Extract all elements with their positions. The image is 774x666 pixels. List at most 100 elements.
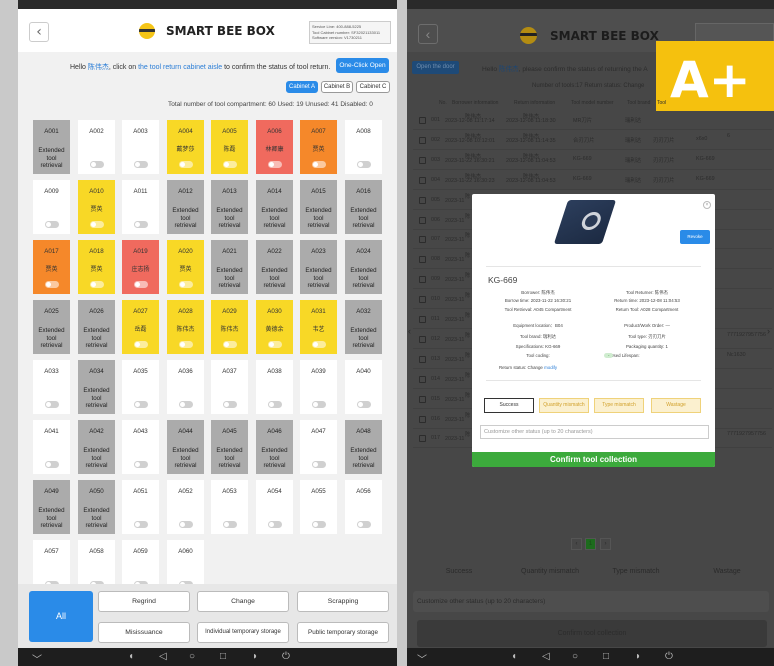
compartment-cell[interactable]: A002 <box>78 120 115 174</box>
compartment-cell[interactable]: A011 <box>122 180 159 234</box>
compartment-toggle[interactable] <box>134 341 148 348</box>
compartment-toggle[interactable] <box>223 401 237 408</box>
table-row[interactable]: 003 陈伟杰 2023-11-22 16:30:21 陈伟杰 2023-12-08 1… <box>413 151 772 170</box>
compartment-toggle[interactable] <box>45 281 59 288</box>
row-checkbox[interactable] <box>419 375 426 383</box>
filter-misissuance-button[interactable]: Misissuance <box>98 622 190 643</box>
status-type-mismatch[interactable]: Type mismatch <box>597 562 675 582</box>
compartment-toggle[interactable] <box>179 401 193 408</box>
nav-collapse-icon[interactable]: ﹀ <box>32 651 42 666</box>
compartment-cell[interactable]: A006 林卿康 <box>256 120 293 174</box>
compartment-cell[interactable]: A040 <box>345 360 382 414</box>
status-quantity-mismatch[interactable]: Quantity mismatch <box>505 562 595 582</box>
compartment-cell[interactable]: A021 Extended tool retrieval <box>211 240 248 294</box>
compartment-cell[interactable]: A008 <box>345 120 382 174</box>
compartment-cell[interactable]: A029 陈伟杰 <box>211 300 248 354</box>
compartment-cell[interactable]: A038 <box>256 360 293 414</box>
compartment-cell[interactable]: A003 <box>122 120 159 174</box>
filter-individual-storage-button[interactable]: Individual temporary storage <box>197 622 289 643</box>
back-button-dim[interactable]: ‹ <box>418 24 438 44</box>
row-checkbox[interactable] <box>419 256 426 264</box>
scroll-left-icon[interactable]: ‹ <box>408 326 411 336</box>
status-wastage[interactable]: Wastage <box>687 562 767 582</box>
status-success[interactable]: Success <box>415 562 503 582</box>
compartment-toggle[interactable] <box>268 341 282 348</box>
compartment-cell[interactable]: A052 <box>167 480 204 534</box>
compartment-cell[interactable]: A027 岳磊 <box>122 300 159 354</box>
prev-page-button[interactable]: ‹ <box>571 538 582 550</box>
compartment-cell[interactable]: A001 Extended tool retrieval <box>33 120 70 174</box>
compartment-cell[interactable]: A025 Extended tool retrieval <box>33 300 70 354</box>
compartment-toggle[interactable] <box>223 161 237 168</box>
compartment-toggle[interactable] <box>134 461 148 468</box>
row-checkbox[interactable] <box>419 395 426 403</box>
row-checkbox[interactable] <box>419 415 426 423</box>
compartment-toggle[interactable] <box>45 461 59 468</box>
compartment-toggle[interactable] <box>312 461 326 468</box>
compartment-toggle[interactable] <box>268 401 282 408</box>
compartment-cell[interactable]: A036 <box>167 360 204 414</box>
modal-status-type-mismatch[interactable]: Type mismatch <box>594 398 644 413</box>
tab-cabinet-b[interactable]: Cabinet B <box>321 81 353 93</box>
compartment-cell[interactable]: A037 <box>211 360 248 414</box>
compartment-cell[interactable]: A047 <box>300 420 337 474</box>
compartment-toggle[interactable] <box>268 161 282 168</box>
compartment-cell[interactable]: A049 Extended tool retrieval <box>33 480 70 534</box>
next-page-button[interactable]: › <box>600 538 611 550</box>
row-checkbox[interactable] <box>419 335 426 343</box>
filter-change-button[interactable]: Change <box>197 591 289 612</box>
compartment-cell[interactable]: A030 黄德余 <box>256 300 293 354</box>
modify-link[interactable]: modify <box>544 365 557 370</box>
compartment-cell[interactable]: A013 Extended tool retrieval <box>211 180 248 234</box>
home-nav-icon[interactable]: ○ <box>189 651 195 662</box>
compartment-toggle[interactable] <box>357 401 371 408</box>
row-checkbox[interactable] <box>419 136 426 144</box>
compartment-toggle[interactable] <box>45 401 59 408</box>
compartment-cell[interactable]: A017 贾英 <box>33 240 70 294</box>
compartment-cell[interactable]: A050 Extended tool retrieval <box>78 480 115 534</box>
compartment-toggle[interactable] <box>312 341 326 348</box>
compartment-toggle[interactable] <box>134 401 148 408</box>
compartment-cell[interactable]: A012 Extended tool retrieval <box>167 180 204 234</box>
compartment-toggle[interactable] <box>223 341 237 348</box>
compartment-cell[interactable]: A005 陈磊 <box>211 120 248 174</box>
modal-confirm-button[interactable]: Confirm tool collection <box>472 452 715 467</box>
compartment-cell[interactable]: A028 陈伟杰 <box>167 300 204 354</box>
revoke-button[interactable]: Revoke <box>680 230 710 244</box>
row-checkbox[interactable] <box>419 196 426 204</box>
modal-status-quantity-mismatch[interactable]: Quantity mismatch <box>539 398 589 413</box>
confirm-collection-button[interactable]: Confirm tool collection <box>417 620 767 647</box>
compartment-cell[interactable]: A010 贾英 <box>78 180 115 234</box>
compartment-cell[interactable]: A048 Extended tool retrieval <box>345 420 382 474</box>
compartment-toggle[interactable] <box>134 281 148 288</box>
compartment-cell[interactable]: A019 庄志扬 <box>122 240 159 294</box>
compartment-toggle[interactable] <box>268 521 282 528</box>
compartment-toggle[interactable] <box>223 521 237 528</box>
compartment-toggle[interactable] <box>312 401 326 408</box>
row-checkbox[interactable] <box>419 156 426 164</box>
compartment-cell[interactable]: A014 Extended tool retrieval <box>256 180 293 234</box>
compartment-cell[interactable]: A033 <box>33 360 70 414</box>
compartment-toggle[interactable] <box>45 221 59 228</box>
modal-status-wastage[interactable]: Wastage <box>651 398 701 413</box>
row-checkbox[interactable] <box>419 296 426 304</box>
compartment-cell[interactable]: A022 Extended tool retrieval <box>256 240 293 294</box>
table-row[interactable]: 002 陈伟杰 2023-12-08 10:12:01 陈伟杰 2023-12-08 1… <box>413 131 772 150</box>
volume-down-icon[interactable]: ◖ <box>511 651 517 662</box>
compartment-toggle[interactable] <box>312 161 326 168</box>
filter-public-storage-button[interactable]: Public temporary storage <box>297 622 389 643</box>
row-checkbox[interactable] <box>419 276 426 284</box>
compartment-cell[interactable]: A020 贾英 <box>167 240 204 294</box>
compartment-cell[interactable]: A007 贾英 <box>300 120 337 174</box>
compartment-cell[interactable]: A039 <box>300 360 337 414</box>
custom-status-input[interactable]: Customize other status (up to 20 charact… <box>413 591 769 612</box>
row-checkbox[interactable] <box>419 435 426 443</box>
nav-collapse-icon[interactable]: ﹀ <box>417 651 427 666</box>
compartment-cell[interactable]: A018 贾英 <box>78 240 115 294</box>
power-icon[interactable]: ⏻ <box>665 651 673 662</box>
compartment-cell[interactable]: A055 <box>300 480 337 534</box>
compartment-toggle[interactable] <box>134 221 148 228</box>
table-row[interactable]: 004 陈伟杰 2023-11-22 16:30:23 陈伟杰 2023-12-08 1… <box>413 171 772 190</box>
compartment-toggle[interactable] <box>90 161 104 168</box>
compartment-cell[interactable]: A042 Extended tool retrieval <box>78 420 115 474</box>
